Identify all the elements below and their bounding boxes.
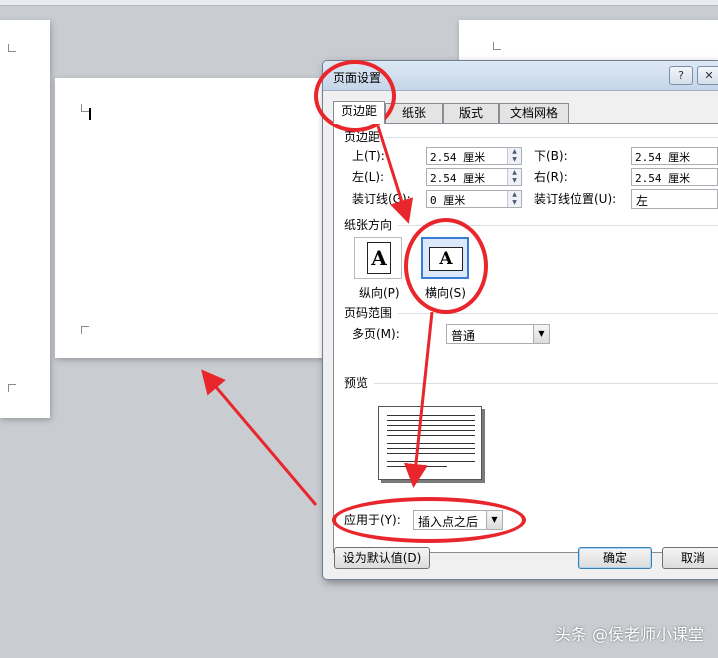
arrow-to-landscape [376, 125, 414, 224]
annotation-arrows [201, 125, 434, 506]
tab-margins[interactable]: 页边距 [333, 101, 385, 124]
watermark: 头条 @侯老师小课堂 [554, 625, 704, 644]
arrow-to-apply-to [403, 311, 434, 488]
arrow-to-landscape-page [201, 369, 318, 506]
